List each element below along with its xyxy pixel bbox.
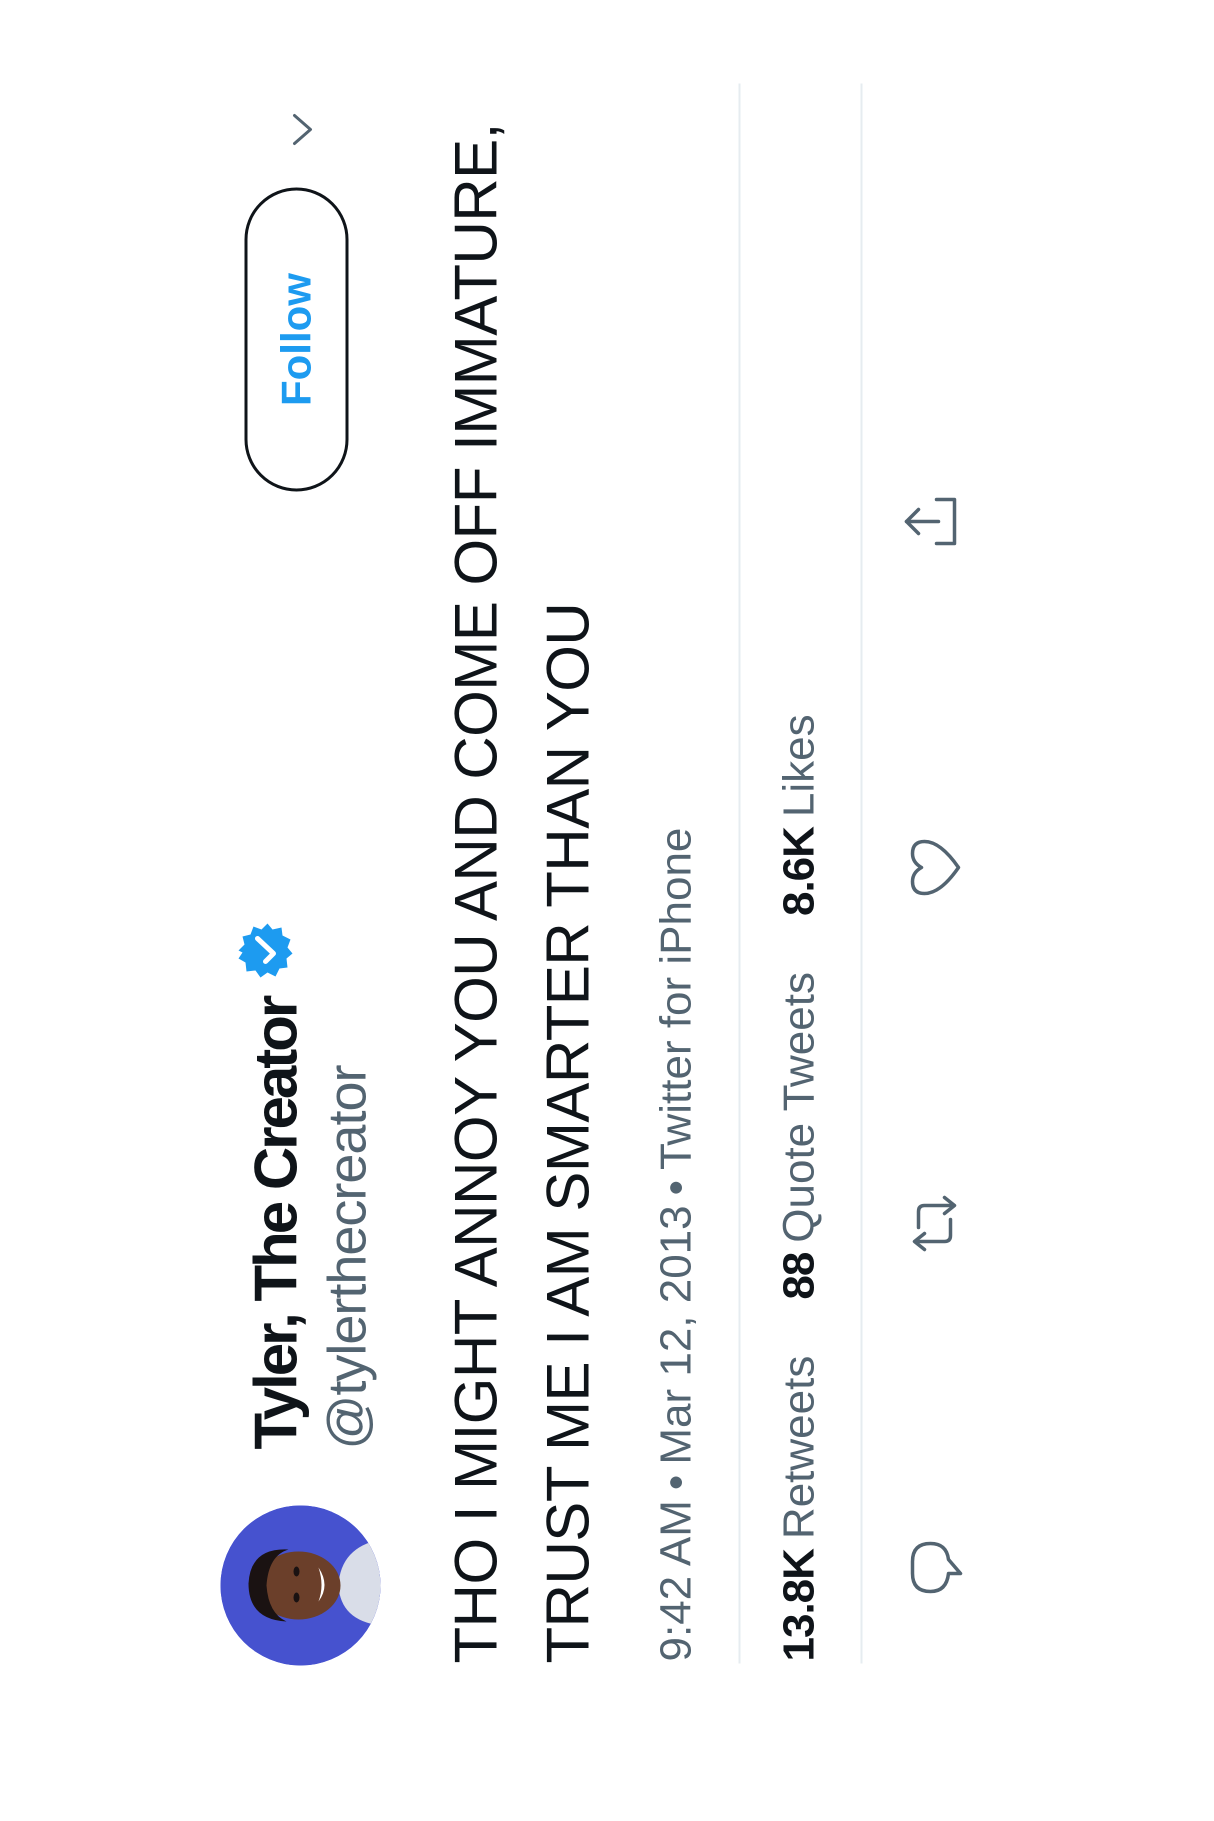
divider — [860, 83, 862, 1663]
meta-separator: • — [651, 1179, 700, 1195]
chevron-down-icon[interactable] — [282, 109, 322, 149]
likes-count: 8.6K — [774, 826, 823, 916]
quote-tweets-label: Quote Tweets — [774, 971, 823, 1243]
follow-button[interactable]: Follow — [244, 187, 348, 491]
meta-separator: • — [651, 1474, 700, 1490]
avatar[interactable] — [220, 1505, 380, 1665]
heart-icon[interactable] — [902, 835, 966, 899]
quote-tweets-count: 88 — [774, 1252, 823, 1300]
user-handle[interactable]: @tylerthecreator — [317, 1065, 377, 1449]
tweet-time[interactable]: 9:42 AM — [651, 1500, 700, 1661]
follow-button-label: Follow — [272, 272, 319, 406]
likes-label: Likes — [774, 713, 823, 817]
display-name[interactable]: Tyler, The Creator — [242, 997, 309, 1449]
retweet-icon[interactable] — [902, 1191, 966, 1255]
verified-badge-icon — [236, 921, 294, 979]
tweet-metadata: 9:42 AM • Mar 12, 2013 • Twitter for iPhone — [651, 827, 700, 1661]
retweets-count: 13.8K — [774, 1548, 823, 1661]
retweets-label: Retweets — [774, 1355, 823, 1539]
tweet-date[interactable]: Mar 12, 2013 — [651, 1205, 700, 1464]
tweet-source[interactable]: Twitter for iPhone — [651, 827, 700, 1169]
speech-bubble-icon[interactable] — [902, 1535, 966, 1599]
tweet-card: Tyler, The Creator @tylerthecreator Foll… — [0, 0, 1214, 1821]
profile-photo-icon — [220, 1505, 380, 1665]
engagement-stats: 13.8K Retweets 88 Quote Tweets 8.6K Likes — [774, 713, 823, 1661]
divider — [738, 83, 740, 1663]
retweets-stat[interactable]: 13.8K Retweets — [774, 1355, 823, 1661]
share-icon[interactable] — [898, 489, 962, 553]
tweet-text: THO I MIGHT ANNOY YOU AND COME OFF IMMAT… — [442, 122, 601, 1663]
likes-stat[interactable]: 8.6K Likes — [774, 713, 823, 916]
quote-tweets-stat[interactable]: 88 Quote Tweets — [774, 971, 823, 1300]
